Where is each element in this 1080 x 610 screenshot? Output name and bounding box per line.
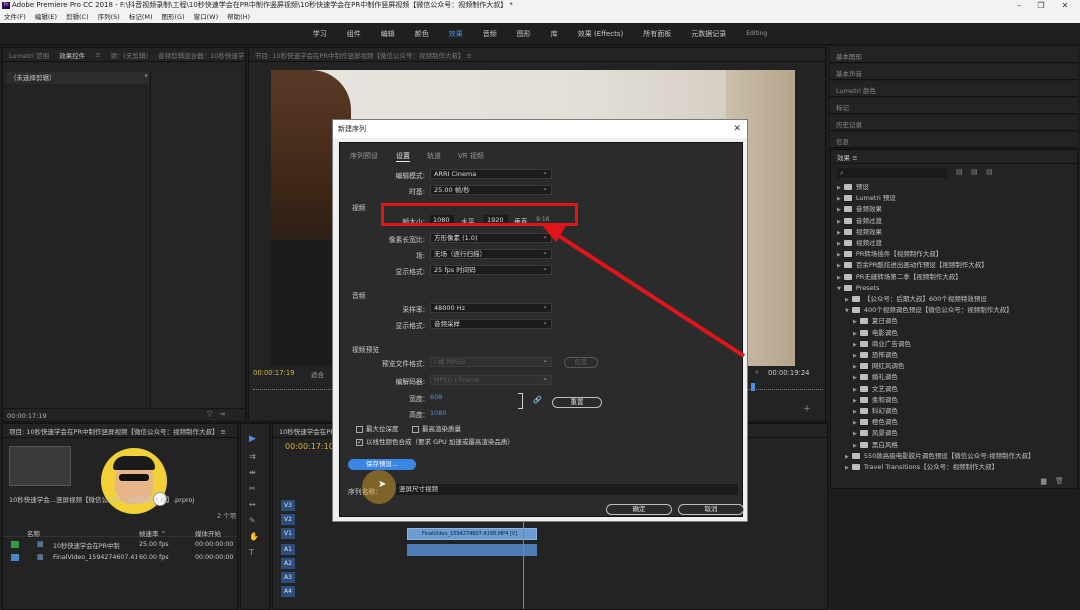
arrow-shaft — [554, 232, 746, 358]
annotation-arrow — [541, 224, 746, 358]
